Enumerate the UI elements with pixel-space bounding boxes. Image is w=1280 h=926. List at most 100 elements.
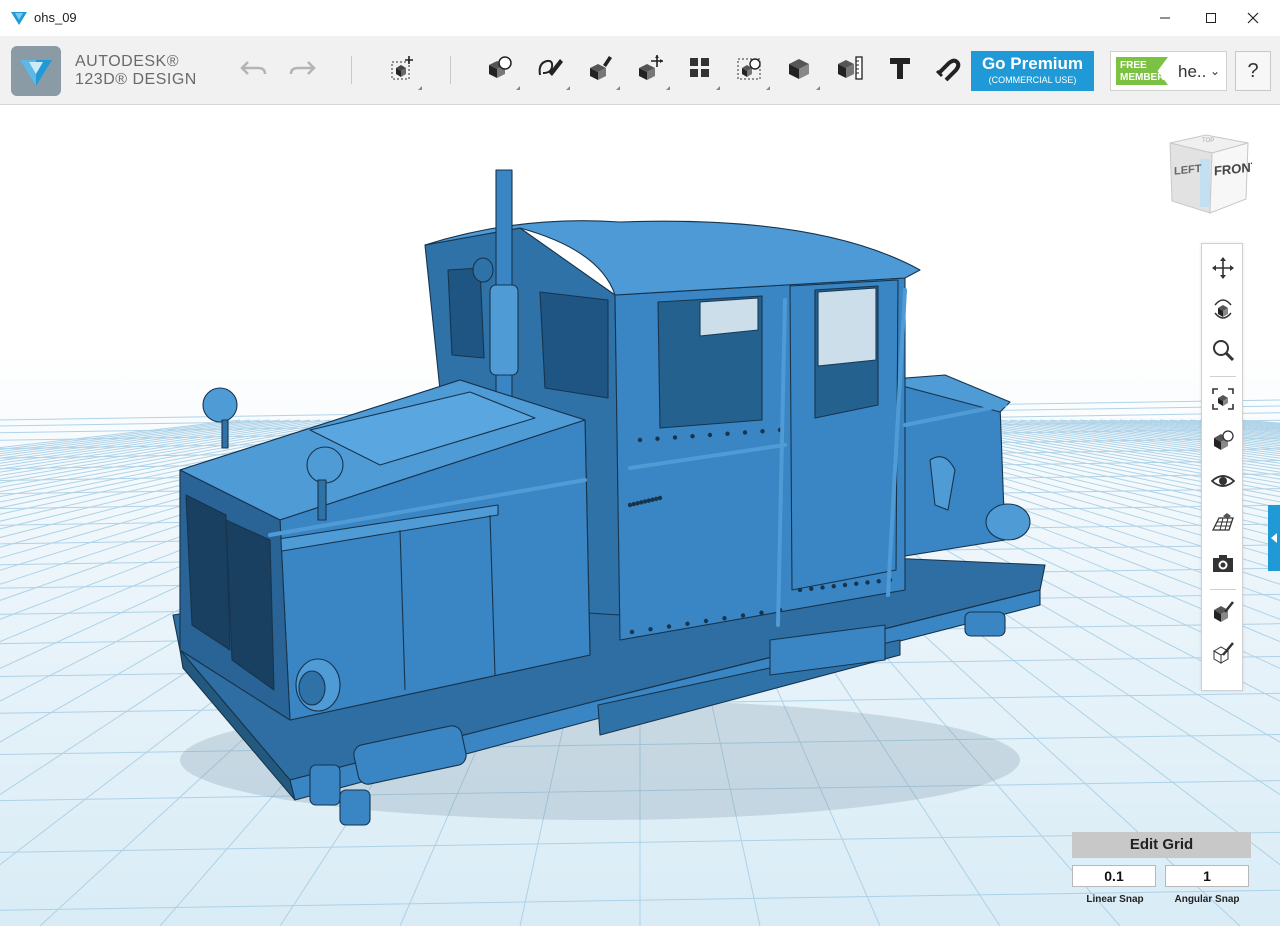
app-logo-icon — [20, 60, 52, 86]
construct-icon — [590, 56, 612, 80]
text-button[interactable] — [882, 50, 918, 86]
angular-snap-label: Angular Snap — [1174, 894, 1240, 905]
zoom-button[interactable] — [1209, 336, 1237, 364]
rivet — [865, 580, 870, 585]
pan-button[interactable] — [1209, 254, 1237, 282]
outline-button[interactable] — [1209, 639, 1237, 667]
grid-toggle-button[interactable] — [1209, 508, 1237, 536]
visibility-icon — [1211, 475, 1235, 487]
rivet — [759, 610, 764, 615]
tool-separator — [1210, 376, 1236, 377]
combine-icon — [789, 59, 809, 79]
minimize-icon — [1160, 17, 1170, 19]
toolbar-separator — [450, 56, 451, 84]
snap-icon — [935, 58, 961, 82]
badge-line1: FREE — [1120, 60, 1147, 71]
badge-line2: MEMBER — [1120, 72, 1165, 83]
view-cube[interactable]: LEFT FRONT TOP — [1162, 133, 1252, 215]
primitives-button[interactable] — [482, 50, 520, 90]
fit-button[interactable] — [1209, 385, 1237, 413]
edit-grid-panel: Edit Grid 0.1 1 Linear Snap Angular Snap — [1072, 832, 1252, 916]
rivet — [655, 436, 660, 441]
maximize-icon — [1206, 13, 1216, 23]
rivet — [760, 429, 765, 434]
app-menu-button[interactable] — [11, 46, 61, 96]
free-member-badge: FREE MEMBER — [1116, 57, 1168, 85]
edit-grid-button[interactable]: Edit Grid — [1072, 832, 1251, 858]
sketch-icon — [538, 59, 563, 76]
account-menu[interactable]: FREE MEMBER he.. ⌄ — [1110, 51, 1227, 91]
rivet — [650, 497, 655, 502]
rivet — [690, 434, 695, 439]
rivet — [657, 495, 663, 501]
view-toolbar — [1201, 243, 1243, 691]
chevron-left-icon — [1271, 533, 1277, 543]
rivet — [672, 435, 678, 440]
close-icon — [1247, 12, 1259, 24]
rivet — [703, 618, 709, 624]
user-name: he.. — [1178, 62, 1207, 81]
views-button[interactable] — [1209, 426, 1237, 454]
go-premium-sublabel: (COMMERCIAL USE) — [988, 75, 1077, 85]
sketch-button[interactable] — [532, 50, 570, 90]
toolbar-separator — [351, 56, 352, 84]
rivet — [654, 496, 659, 502]
construct-button[interactable] — [582, 50, 620, 90]
undo-icon — [240, 61, 267, 75]
visibility-button[interactable] — [1209, 467, 1237, 495]
chevron-down-icon: ⌄ — [1210, 64, 1221, 78]
brand-product: 123D® DESIGN — [75, 71, 197, 88]
3d-viewport[interactable]: LEFT FRONT TOP Edit Grid 0.1 1 Linear Sn… — [0, 105, 1280, 926]
camera-icon — [1213, 555, 1233, 572]
rivet — [631, 501, 636, 507]
rivet — [648, 627, 653, 632]
materials-button[interactable] — [1209, 598, 1237, 626]
rivet — [809, 586, 814, 591]
measure-button[interactable] — [832, 50, 868, 86]
transform-icon — [391, 56, 413, 80]
side-panel-toggle[interactable] — [1268, 505, 1280, 571]
close-button[interactable] — [1230, 0, 1276, 36]
linear-snap-input[interactable]: 0.1 — [1072, 865, 1156, 887]
redo-icon — [289, 61, 316, 75]
main-toolbar: AUTODESK® 123D® DESIGN Go Premium (COMME… — [0, 36, 1280, 105]
minimize-button[interactable] — [1142, 0, 1188, 36]
rivet — [635, 501, 640, 506]
rivet — [627, 502, 633, 508]
rivet — [629, 629, 635, 635]
pattern-button[interactable] — [682, 50, 720, 90]
rivet — [637, 437, 643, 443]
rivet — [646, 498, 651, 503]
pan-icon — [1212, 257, 1234, 279]
orbit-icon — [1214, 299, 1232, 319]
go-premium-label: Go Premium — [981, 54, 1084, 73]
angular-snap-input[interactable]: 1 — [1165, 865, 1249, 887]
rivet — [666, 624, 672, 629]
brand-autodesk: AUTODESK® — [75, 53, 180, 70]
pattern-icon — [690, 58, 709, 77]
rivet — [831, 584, 836, 589]
help-button[interactable]: ? — [1235, 51, 1271, 91]
go-premium-button[interactable]: Go Premium (COMMERCIAL USE) — [971, 51, 1094, 91]
redo-button[interactable] — [284, 50, 320, 86]
transform-button[interactable] — [384, 50, 422, 90]
maximize-button[interactable] — [1188, 0, 1234, 36]
rivet — [707, 432, 713, 438]
orbit-button[interactable] — [1209, 295, 1237, 323]
rivet — [854, 581, 859, 586]
grid-toggle-icon — [1211, 513, 1234, 531]
grouping-button[interactable] — [732, 50, 770, 90]
rivet — [722, 616, 727, 621]
fit-icon — [1212, 388, 1234, 410]
app-logo-icon — [11, 12, 27, 25]
undo-button[interactable] — [236, 50, 272, 86]
rivet — [876, 579, 881, 584]
materials-icon — [1214, 601, 1234, 622]
combine-button[interactable] — [782, 50, 820, 90]
screenshot-button[interactable] — [1209, 549, 1237, 577]
snap-button[interactable] — [930, 50, 966, 86]
rivet — [740, 613, 746, 618]
rivet — [820, 585, 825, 590]
rivet — [797, 587, 803, 593]
modify-button[interactable] — [632, 50, 670, 90]
